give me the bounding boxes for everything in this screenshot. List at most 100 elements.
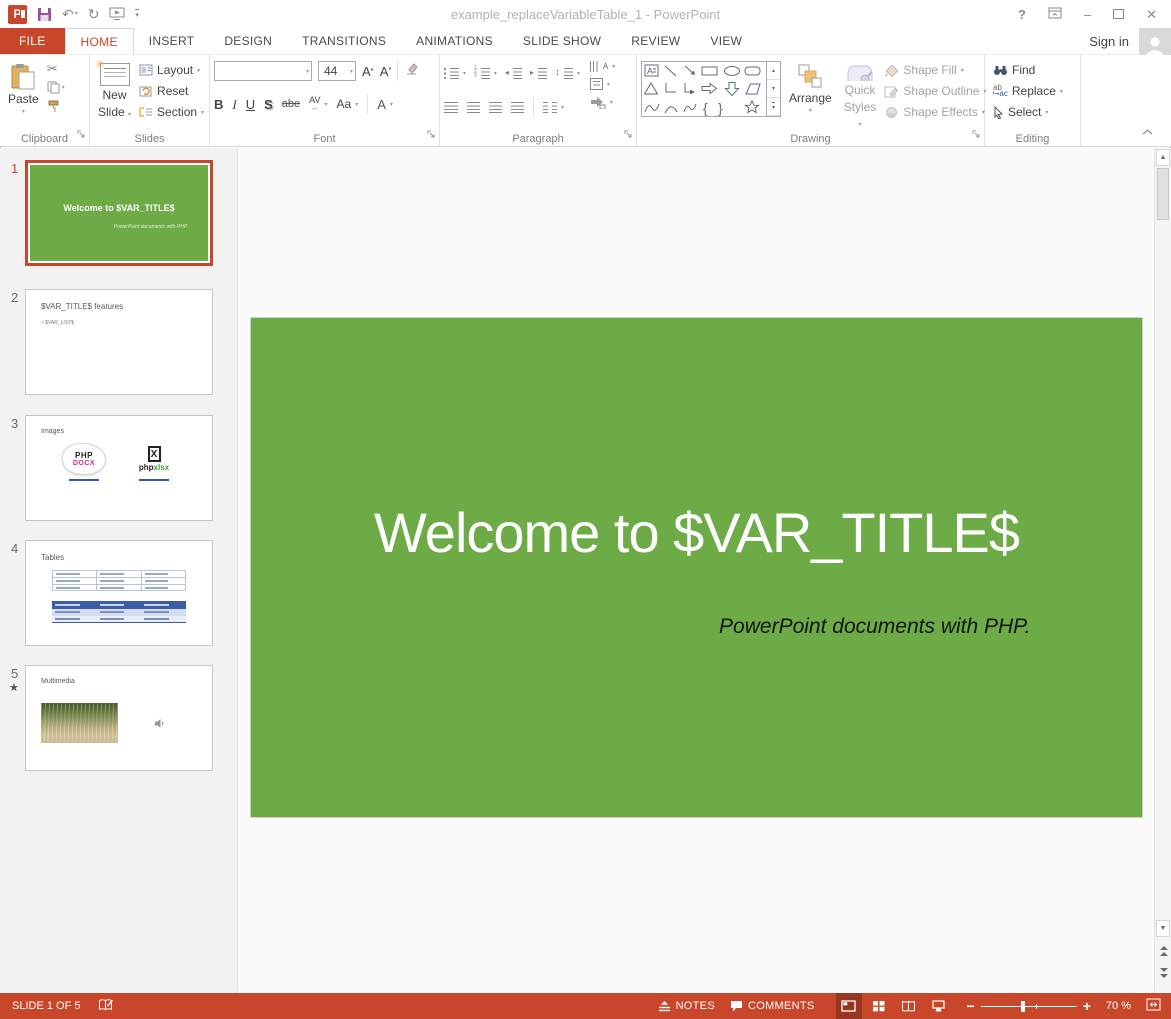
cut-button[interactable]: ✂	[47, 62, 65, 75]
close-button[interactable]: ✕	[1146, 8, 1157, 21]
reading-view-button[interactable]	[896, 993, 922, 1019]
repeat-button[interactable]: ↻	[88, 7, 100, 21]
arrange-button[interactable]: Arrange ▾	[785, 59, 836, 130]
shapes-scroll-down-button[interactable]: ▾	[767, 80, 780, 98]
slide-sorter-view-button[interactable]	[866, 993, 892, 1019]
powerpoint-app-icon[interactable]: P	[8, 4, 27, 24]
notes-button[interactable]: NOTES	[658, 1000, 715, 1012]
line-spacing-button[interactable]: ↕ ▾	[555, 67, 580, 79]
strikethrough-button[interactable]: abe	[282, 98, 300, 110]
scroll-up-button[interactable]: ▲	[1156, 149, 1170, 166]
minimize-button[interactable]: –	[1084, 8, 1091, 21]
new-slide-button[interactable]: ✳ New Slide ▾	[94, 59, 135, 130]
copy-button[interactable]: ▾	[47, 81, 65, 94]
account-avatar[interactable]	[1139, 27, 1171, 55]
shapes-more-button[interactable]: ▾	[767, 98, 780, 116]
tab-insert[interactable]: INSERT	[134, 28, 210, 54]
slide-3-thumbnail[interactable]: Images PHP DOCX X phpxlsx	[25, 415, 213, 521]
slide-4-thumbnail[interactable]: Tables	[25, 540, 213, 646]
bullets-button[interactable]: ▾	[444, 67, 466, 79]
numbering-button[interactable]: 1 2 3 ▾	[474, 66, 497, 79]
spell-check-button[interactable]	[98, 998, 114, 1015]
clear-formatting-button[interactable]	[404, 62, 419, 80]
zoom-level[interactable]: 70 %	[1106, 1000, 1131, 1012]
increase-font-size-button[interactable]: A▴	[362, 65, 374, 78]
decrease-indent-button[interactable]: ◂	[505, 67, 522, 79]
reset-button[interactable]: Reset	[139, 84, 204, 98]
zoom-in-button[interactable]: +	[1083, 998, 1091, 1014]
tab-slideshow[interactable]: SLIDE SHOW	[508, 28, 616, 54]
slide-title-text[interactable]: Welcome to $VAR_TITLE$	[251, 500, 1142, 565]
undo-button[interactable]: ↶ ▾	[62, 7, 78, 21]
scroll-down-button[interactable]: ▼	[1156, 920, 1170, 937]
tab-transitions[interactable]: TRANSITIONS	[287, 28, 401, 54]
font-size-combo[interactable]: 44 ▾	[318, 61, 356, 81]
maximize-button[interactable]	[1113, 9, 1125, 19]
ribbon-display-options-button[interactable]	[1048, 7, 1062, 21]
select-button[interactable]: Select ▾	[993, 105, 1063, 119]
align-text-button[interactable]: ▾	[589, 78, 615, 90]
text-shadow-button[interactable]: S	[264, 98, 273, 111]
undo-dropdown-icon[interactable]: ▾	[75, 11, 78, 17]
layout-button[interactable]: Layout ▾	[139, 63, 204, 77]
quick-styles-button[interactable]: Quick Styles ▾	[840, 59, 881, 130]
align-left-button[interactable]	[444, 101, 458, 113]
section-button[interactable]: Section ▾	[139, 105, 204, 119]
sign-in-link[interactable]: Sign in	[1089, 34, 1129, 49]
tab-design[interactable]: DESIGN	[209, 28, 287, 54]
text-direction-button[interactable]: A ▾	[589, 61, 615, 72]
shape-effects-button[interactable]: Shape Effects ▾	[884, 105, 986, 119]
bold-button[interactable]: B	[214, 98, 223, 111]
shapes-gallery[interactable]: A {}	[641, 61, 767, 117]
slide-show-button[interactable]	[926, 993, 952, 1019]
slide-indicator[interactable]: SLIDE 1 OF 5	[12, 1000, 80, 1012]
tab-review[interactable]: REVIEW	[616, 28, 695, 54]
find-button[interactable]: Find	[993, 63, 1063, 77]
convert-smartart-button[interactable]: ▾	[590, 96, 615, 109]
comments-button[interactable]: COMMENTS	[730, 1000, 815, 1012]
shape-outline-button[interactable]: Shape Outline ▾	[884, 84, 986, 98]
help-button[interactable]: ?	[1018, 8, 1026, 21]
align-center-button[interactable]	[467, 101, 480, 113]
change-case-button[interactable]: Aa ▾	[337, 97, 359, 111]
next-slide-button[interactable]	[1158, 968, 1169, 979]
customize-qat-button[interactable]: ▾	[135, 9, 139, 19]
slide-2-thumbnail[interactable]: $VAR_TITLE$ features • $VAR_LIST$	[25, 289, 213, 395]
increase-indent-button[interactable]: ▸	[530, 67, 547, 79]
replace-button[interactable]: ab ⮡ac Replace ▾	[993, 84, 1063, 99]
zoom-slider-thumb[interactable]	[1021, 1001, 1026, 1012]
start-from-beginning-button[interactable]	[109, 7, 125, 21]
slide-1-thumbnail[interactable]: Welcome to $VAR_TITLE$ PowerPoint docume…	[25, 160, 213, 266]
zoom-out-button[interactable]: −	[967, 998, 975, 1014]
current-slide[interactable]: Welcome to $VAR_TITLE$ PowerPoint docume…	[250, 317, 1143, 818]
vertical-scrollbar[interactable]: ▲ ▼	[1154, 148, 1171, 993]
tab-animations[interactable]: ANIMATIONS	[401, 28, 508, 54]
save-button[interactable]	[37, 7, 52, 22]
shapes-scroll-up-button[interactable]: ▴	[767, 62, 780, 80]
fit-slide-to-window-button[interactable]	[1146, 998, 1161, 1014]
scrollbar-thumb[interactable]	[1157, 168, 1169, 220]
underline-button[interactable]: U	[246, 98, 255, 111]
copy-dropdown-icon[interactable]: ▾	[62, 84, 65, 91]
paste-dropdown-icon[interactable]: ▾	[22, 109, 25, 117]
italic-button[interactable]: I	[232, 98, 236, 111]
character-spacing-button[interactable]: AV ↔ ▾	[309, 96, 327, 113]
tab-home[interactable]: HOME	[64, 28, 134, 54]
columns-button[interactable]: ▾	[543, 101, 564, 113]
font-color-button[interactable]: A ▾	[377, 97, 393, 112]
tab-view[interactable]: VIEW	[695, 28, 757, 54]
normal-view-button[interactable]	[835, 993, 862, 1019]
tab-file[interactable]: FILE	[0, 28, 65, 54]
paste-button[interactable]: Paste ▾	[4, 59, 43, 130]
font-name-combo[interactable]: ▾	[214, 61, 312, 81]
slide-subtitle-text[interactable]: PowerPoint documents with PHP.	[697, 615, 1053, 639]
justify-button[interactable]	[511, 101, 524, 113]
shape-fill-button[interactable]: Shape Fill ▾	[884, 63, 986, 77]
collapse-ribbon-button[interactable]	[1142, 122, 1153, 140]
slide-5-thumbnail[interactable]: Multimedia	[25, 665, 213, 771]
format-painter-button[interactable]	[47, 100, 65, 118]
align-right-button[interactable]	[489, 101, 502, 113]
previous-slide-button[interactable]	[1158, 946, 1169, 957]
zoom-slider[interactable]	[980, 993, 1077, 1019]
decrease-font-size-button[interactable]: A▾	[380, 65, 392, 78]
